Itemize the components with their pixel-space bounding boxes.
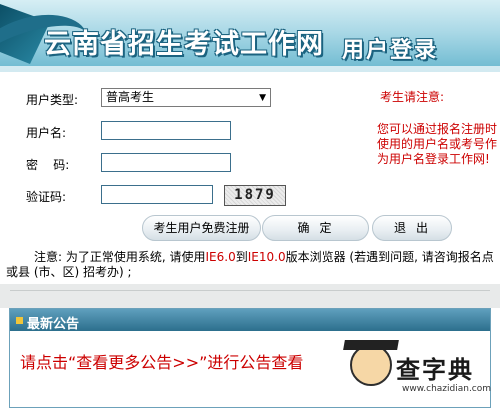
user-type-select[interactable]: 普高考生 ▼	[101, 88, 271, 107]
captcha-input[interactable]	[101, 185, 213, 204]
divider-line	[10, 290, 490, 291]
page-subtitle: 用户登录	[342, 38, 439, 63]
username-label: 用户名:	[26, 126, 67, 140]
section-divider	[0, 284, 500, 308]
mascot-icon	[350, 344, 392, 386]
tip-prefix: 注意: 为了正常使用系统, 请使用	[34, 250, 206, 264]
captcha-image[interactable]: 1879	[224, 185, 286, 206]
login-form: 用户类型: 普高考生 ▼ 用户名: 密 码: 验证码: 1879 考生请注意: …	[0, 72, 500, 284]
captcha-label: 验证码:	[26, 190, 67, 204]
user-type-value: 普高考生	[106, 90, 155, 104]
site-title: 云南省招生考试工作网	[44, 29, 324, 60]
watermark: 查字典 www.chazidian.com	[340, 340, 500, 408]
watermark-url: www.chazidian.com	[402, 384, 492, 394]
notice-heading: 考生请注意:	[380, 90, 445, 104]
notice-text: 您可以通过报名注册时使用的用户名或考号作为用户名登录工作网!	[377, 122, 498, 166]
password-input[interactable]	[101, 153, 231, 172]
header-banner: 云南省招生考试工作网 用户登录	[0, 0, 500, 72]
confirm-button[interactable]: 确定	[262, 215, 369, 241]
news-title: 最新公告	[27, 317, 80, 332]
news-header: 最新公告	[10, 309, 490, 332]
exit-button[interactable]: 退出	[372, 215, 452, 241]
watermark-text: 查字典	[396, 356, 474, 384]
chevron-down-icon[interactable]: ▼	[259, 92, 266, 105]
username-input[interactable]	[101, 121, 231, 140]
bullet-square-icon	[16, 317, 23, 324]
password-label: 密 码:	[26, 158, 70, 172]
login-page: 云南省招生考试工作网 用户登录 用户类型: 普高考生 ▼ 用户名: 密 码: 验…	[0, 0, 500, 408]
register-button[interactable]: 考生用户免费注册	[142, 215, 261, 241]
tip-ie10: IE10.0	[247, 250, 286, 264]
graduation-cap-icon	[343, 340, 399, 350]
tip-ie6: IE6.0	[205, 250, 236, 264]
browser-tip: 注意: 为了正常使用系统, 请使用IE6.0到IE10.0版本浏览器 (若遇到问…	[6, 250, 498, 280]
user-type-label: 用户类型:	[26, 93, 79, 107]
news-more-link[interactable]: 请点击“查看更多公告>>”进行公告查看	[20, 349, 303, 373]
tip-mid: 到	[235, 250, 248, 264]
